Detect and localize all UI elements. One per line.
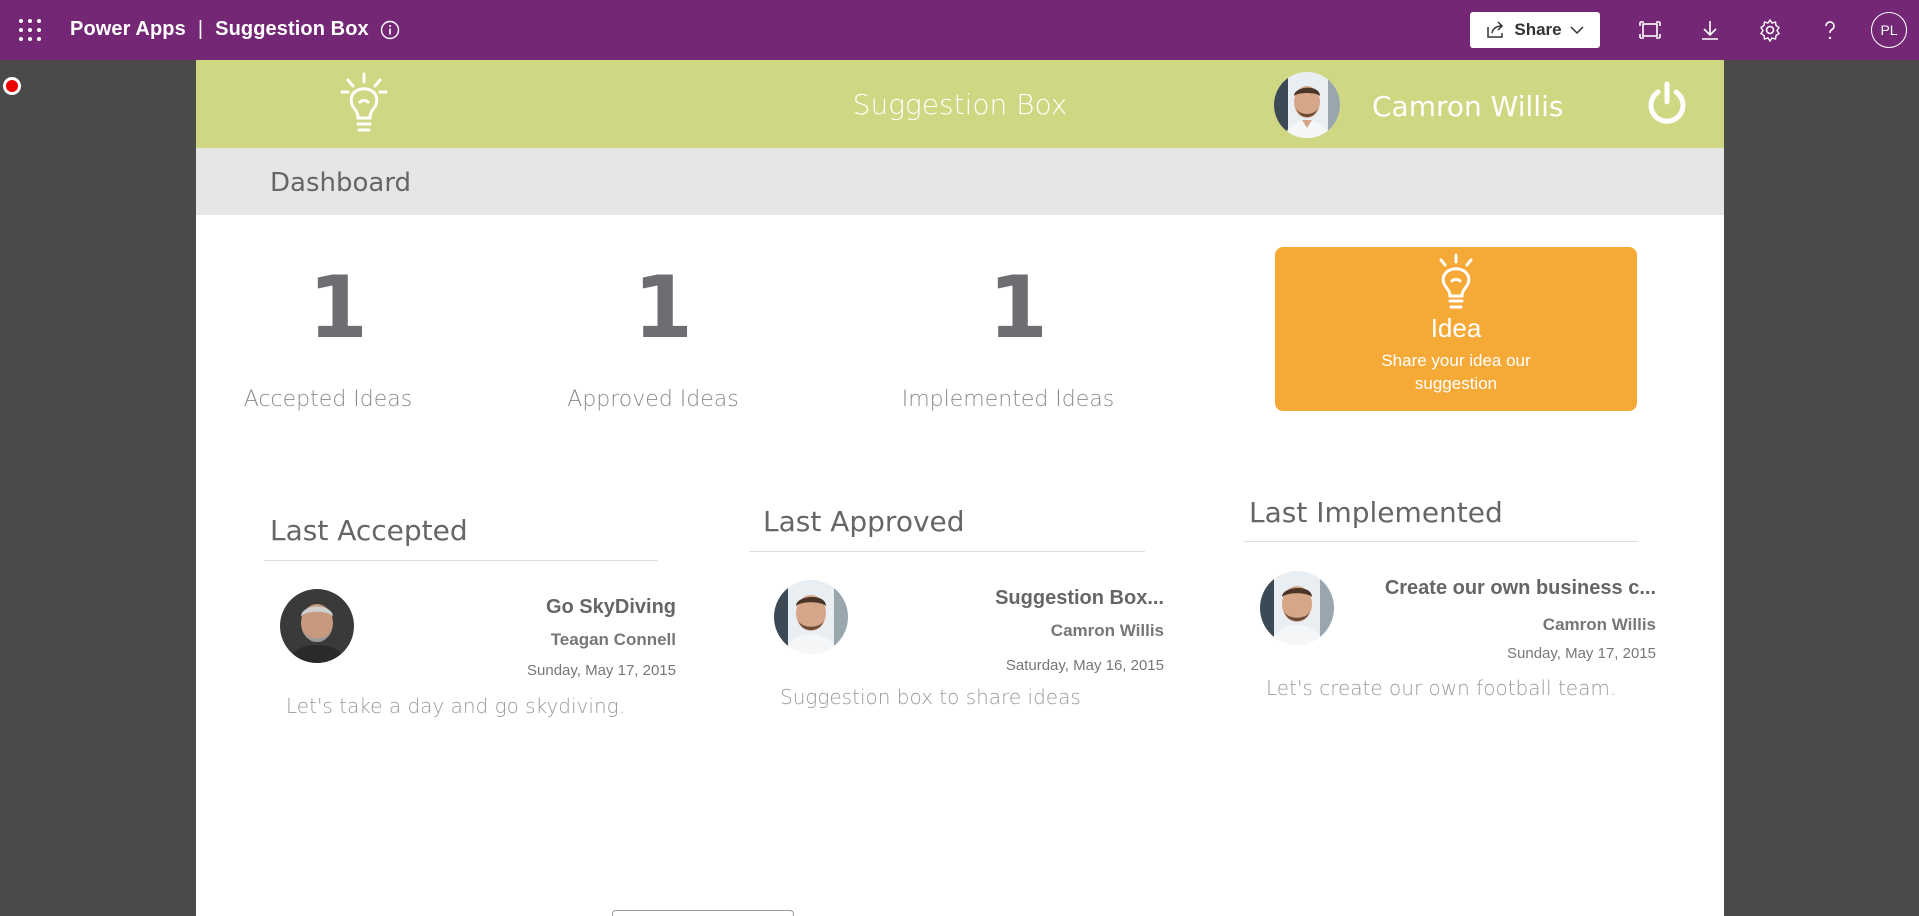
accepted-idea-person: Teagan Connell	[550, 630, 676, 649]
last-implemented-title: Last Implemented	[1249, 496, 1503, 529]
implemented-ideas-count: 1	[988, 258, 1048, 358]
last-accepted-title: Last Accepted	[270, 514, 468, 547]
section-divider	[264, 560, 658, 561]
product-name: Power Apps	[70, 18, 186, 40]
download-icon[interactable]	[1698, 18, 1722, 42]
info-icon[interactable]	[380, 20, 400, 40]
app-breadcrumb: Power Apps | Suggestion Box	[70, 18, 369, 41]
recording-indicator-icon	[3, 77, 21, 95]
share-label: Share	[1514, 20, 1562, 39]
lightbulb-icon	[1430, 253, 1482, 313]
user-avatar[interactable]: PL	[1871, 12, 1907, 48]
approved-ideas-count: 1	[633, 258, 693, 358]
accepted-idea-title[interactable]: Go SkyDiving	[396, 596, 676, 619]
signed-in-user-name: Camron Willis	[1372, 90, 1564, 123]
help-icon[interactable]	[1818, 18, 1842, 42]
idea-card-subtitle: Share your idea our suggestion	[1381, 351, 1531, 393]
approved-idea-person: Camron Willis	[1050, 621, 1164, 640]
new-idea-button[interactable]: Idea Share your idea our suggestion	[1275, 247, 1637, 411]
app-canvas: Suggestion Box Camron Willis Dashboard 1…	[196, 60, 1724, 916]
app-name: Suggestion Box	[215, 18, 369, 40]
idea-card-title: Idea	[1430, 313, 1482, 343]
chevron-down-icon	[1570, 26, 1584, 35]
implemented-idea-date: Sunday, May 17, 2015	[1507, 645, 1656, 662]
section-divider	[749, 551, 1145, 552]
accepted-idea-date: Sunday, May 17, 2015	[527, 662, 676, 679]
app-header: Suggestion Box Camron Willis	[196, 60, 1724, 148]
accepted-ideas-count: 1	[308, 258, 368, 358]
share-button[interactable]: Share	[1470, 12, 1600, 48]
gear-icon[interactable]	[1758, 18, 1782, 43]
share-icon	[1487, 21, 1504, 38]
implemented-ideas-label: Implemented Ideas	[901, 387, 1115, 412]
submitter-photo	[774, 580, 848, 654]
fit-to-screen-icon[interactable]	[1638, 18, 1662, 42]
section-divider	[1244, 541, 1638, 542]
bottom-button-edge[interactable]	[612, 910, 794, 916]
last-approved-title: Last Approved	[763, 505, 965, 538]
waffle-icon[interactable]	[18, 18, 42, 42]
submitter-photo	[1260, 571, 1334, 645]
accepted-ideas-label: Accepted Ideas	[243, 387, 413, 412]
implemented-idea-description: Let's create our own football team.	[1266, 676, 1617, 700]
user-photo	[1274, 72, 1340, 138]
implemented-idea-person: Camron Willis	[1542, 615, 1656, 634]
approved-idea-title[interactable]: Suggestion Box...	[886, 587, 1164, 610]
implemented-idea-title[interactable]: Create our own business c...	[1356, 577, 1656, 600]
accepted-idea-description: Let's take a day and go skydiving.	[286, 694, 625, 718]
page-title: Dashboard	[270, 168, 412, 198]
submitter-photo	[280, 589, 354, 663]
approved-idea-date: Saturday, May 16, 2015	[1005, 657, 1164, 674]
power-icon[interactable]	[1643, 80, 1691, 128]
power-apps-top-bar: Power Apps | Suggestion Box Share PL	[0, 0, 1919, 60]
dashboard-header: Dashboard	[196, 148, 1724, 215]
approved-ideas-label: Approved Ideas	[567, 387, 739, 412]
breadcrumb-separator: |	[197, 18, 204, 40]
approved-idea-description: Suggestion box to share ideas	[780, 685, 1081, 709]
